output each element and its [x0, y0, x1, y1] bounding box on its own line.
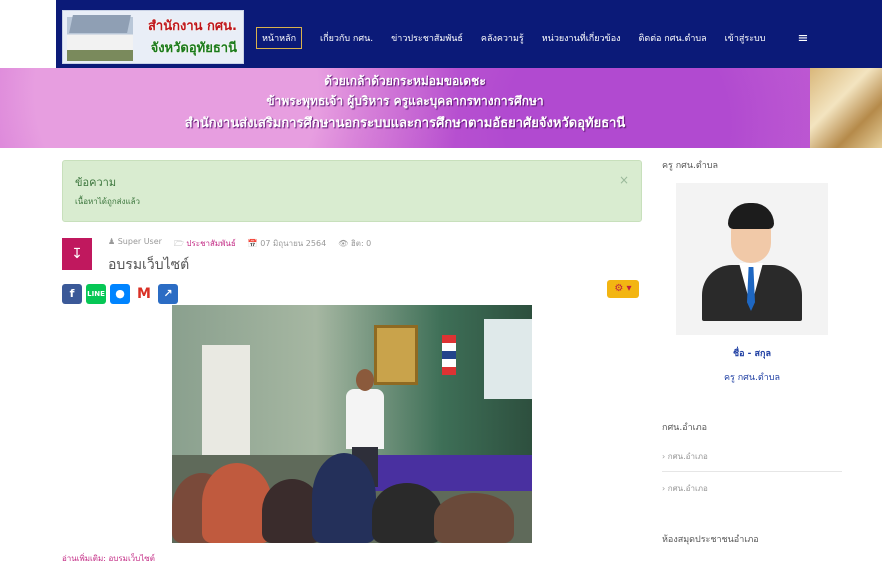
article-tools-button[interactable]: ⚙ ▾	[607, 280, 639, 298]
share-bar: f LINE ● M ↗	[62, 284, 178, 304]
messenger-icon[interactable]: ●	[110, 284, 130, 304]
sidebar-district-heading: กศน.อำเภอ	[662, 423, 708, 433]
logo-line1: สำนักงาน กศน.	[147, 19, 237, 34]
pin-icon: ↧	[62, 238, 92, 270]
folder-icon: 🗁	[173, 239, 187, 248]
air-conditioner	[202, 345, 250, 455]
nav-login[interactable]: เข้าสู่ระบบ	[725, 31, 766, 45]
user-icon: ♟	[108, 237, 118, 246]
building-roof	[69, 15, 131, 33]
list-item[interactable]: › กศน.อำเภอ	[662, 478, 842, 503]
nav-about[interactable]: เกี่ยวกับ กศน.	[320, 31, 373, 45]
person-icon	[698, 201, 806, 321]
close-icon[interactable]: ×	[619, 173, 629, 187]
nav-news[interactable]: ข่าวประชาสัมพันธ์	[391, 31, 463, 45]
site-logo[interactable]: สำนักงาน กศน. จังหวัดอุทัยธานี	[62, 10, 244, 64]
audience	[172, 453, 532, 543]
main-menu: หน้าหลัก เกี่ยวกับ กศน. ข่าวประชาสัมพันธ…	[256, 27, 808, 49]
hits-info: 👁 ฮิต: 0	[338, 239, 372, 248]
logo-line2: จังหวัดอุทัยธานี	[150, 41, 237, 56]
nav-related-units[interactable]: หน่วยงานที่เกี่ยวข้อง	[542, 31, 621, 45]
calendar-icon: 📅	[247, 239, 261, 248]
alert-message: เนื้อหาได้ถูกส่งแล้ว	[75, 197, 141, 206]
share-icon[interactable]: ↗	[158, 284, 178, 304]
banner-line1: ด้วยเกล้าด้วยกระหม่อมขอเดชะ	[324, 74, 486, 88]
article-meta: ♟ Super User 🗁 ประชาสัมพันธ์ 📅 07 มิถุนา…	[108, 237, 371, 252]
gear-icon: ⚙ ▾	[614, 283, 632, 294]
category-info[interactable]: 🗁 ประชาสัมพันธ์	[174, 237, 236, 252]
success-alert: ข้อความ เนื้อหาได้ถูกส่งแล้ว ×	[62, 160, 642, 222]
sidebar-teacher-heading: ครู กศน.ตำบล	[662, 161, 719, 171]
sidebar-library-heading: ห้องสมุดประชาชนอำเภอ	[662, 535, 759, 545]
facebook-icon[interactable]: f	[62, 284, 82, 304]
line-icon[interactable]: LINE	[86, 284, 106, 304]
date-info: 📅 07 มิถุนายน 2564	[247, 239, 327, 248]
district-list: › กศน.อำเภอ › กศน.อำเภอ	[662, 446, 842, 509]
thai-flag	[442, 335, 456, 375]
royal-banner: ด้วยเกล้าด้วยกระหม่อมขอเดชะ ข้าพระพุทธเจ…	[0, 68, 882, 148]
eye-icon: 👁	[338, 239, 351, 248]
nav-knowledge[interactable]: คลังความรู้	[481, 31, 524, 45]
nav-home[interactable]: หน้าหลัก	[256, 27, 303, 49]
teacher-role: ครู กศน.ตำบล	[723, 373, 781, 383]
teacher-name: ชื่อ - สกุล	[733, 349, 771, 359]
alert-title: ข้อความ	[75, 176, 117, 189]
teacher-avatar	[676, 183, 828, 335]
author-info: ♟ Super User	[108, 237, 162, 246]
hamburger-menu-icon[interactable]: ≡	[797, 31, 808, 46]
nav-contact[interactable]: ติดต่อ กศน.ตำบล	[639, 31, 707, 45]
banner-royal-portrait	[810, 68, 882, 148]
projector-screen	[484, 319, 532, 399]
banner-line3: สำนักงานส่งเสริมการศึกษานอกระบบและการศึก…	[184, 116, 626, 131]
list-item[interactable]: › กศน.อำเภอ	[662, 446, 842, 472]
article-title: อบรมเว็บไซต์	[108, 257, 190, 273]
gmail-icon[interactable]: M	[134, 284, 154, 304]
banner-line2: ข้าพระพุทธเจ้า ผู้บริหาร ครูและบุคลากรทา…	[266, 94, 544, 108]
article-photo	[172, 305, 532, 543]
read-more-link[interactable]: อ่านเพิ่มเติม: อบรมเว็บไซต์	[62, 552, 155, 563]
